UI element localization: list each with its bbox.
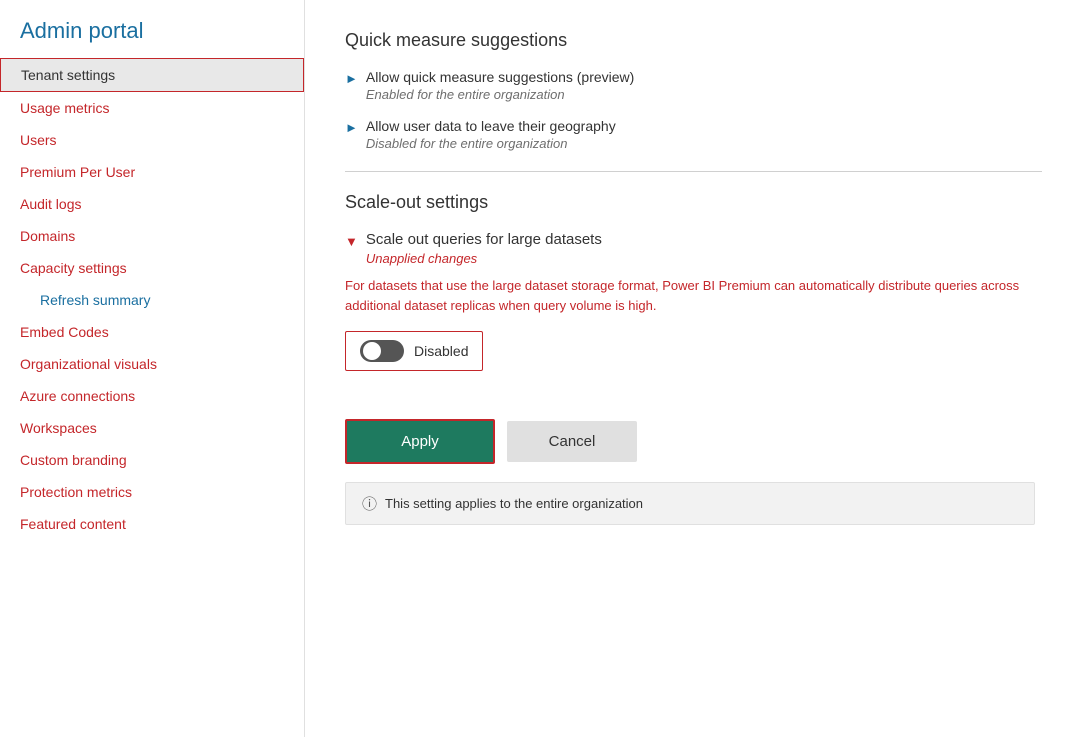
quick-measure-item-2-title: Allow user data to leave their geography: [366, 118, 616, 134]
sidebar-item-protection-metrics[interactable]: Protection metrics: [0, 476, 304, 508]
scaleout-item-content: Scale out queries for large datasets Una…: [366, 231, 602, 266]
info-bar: ⓘ This setting applies to the entire org…: [345, 482, 1035, 525]
scaleout-item-title: Scale out queries for large datasets: [366, 231, 602, 248]
scaleout-title: Scale-out settings: [345, 192, 1042, 213]
sidebar-item-embed-codes[interactable]: Embed Codes: [0, 316, 304, 348]
unapplied-changes-label: Unapplied changes: [366, 251, 602, 266]
sidebar-item-usage-metrics[interactable]: Usage metrics: [0, 92, 304, 124]
quick-measure-item-1: ► Allow quick measure suggestions (previ…: [345, 69, 1042, 102]
sidebar-nav: Usage metricsUsersPremium Per UserAudit …: [0, 92, 304, 540]
scaleout-section: Scale-out settings ▼ Scale out queries f…: [345, 192, 1042, 525]
sidebar-item-domains[interactable]: Domains: [0, 220, 304, 252]
quick-measure-title: Quick measure suggestions: [345, 30, 1042, 51]
quick-measure-item-2-subtitle: Disabled for the entire organization: [366, 136, 616, 151]
sidebar-item-organizational-visuals[interactable]: Organizational visuals: [0, 348, 304, 380]
sidebar-item-refresh-summary[interactable]: Refresh summary: [0, 284, 304, 316]
scaleout-item-row: ▼ Scale out queries for large datasets U…: [345, 231, 1042, 266]
sidebar-item-workspaces[interactable]: Workspaces: [0, 412, 304, 444]
quick-measure-item-2: ► Allow user data to leave their geograp…: [345, 118, 1042, 151]
section-divider: [345, 171, 1042, 172]
sidebar-item-audit-logs[interactable]: Audit logs: [0, 188, 304, 220]
scaleout-expand-arrow[interactable]: ▼: [345, 234, 358, 249]
quick-measure-item-1-subtitle: Enabled for the entire organization: [366, 87, 634, 102]
app-container: Admin portal Tenant settings Usage metri…: [0, 0, 1082, 737]
info-icon: ⓘ: [362, 493, 377, 514]
expand-content-2: Allow user data to leave their geography…: [366, 118, 616, 151]
toggle-container: Disabled: [345, 331, 1042, 395]
quick-measure-item-1-title: Allow quick measure suggestions (preview…: [366, 69, 634, 85]
apply-button[interactable]: Apply: [345, 419, 495, 464]
scaleout-description: For datasets that use the large dataset …: [345, 276, 1035, 315]
toggle-switch[interactable]: [360, 340, 404, 362]
sidebar-item-featured-content[interactable]: Featured content: [0, 508, 304, 540]
sidebar-item-users[interactable]: Users: [0, 124, 304, 156]
sidebar-item-premium-per-user[interactable]: Premium Per User: [0, 156, 304, 188]
cancel-button[interactable]: Cancel: [507, 421, 637, 462]
sidebar-item-capacity-settings[interactable]: Capacity settings: [0, 252, 304, 284]
sidebar-item-azure-connections[interactable]: Azure connections: [0, 380, 304, 412]
expand-arrow-1[interactable]: ►: [345, 71, 358, 86]
main-content: Quick measure suggestions ► Allow quick …: [305, 0, 1082, 737]
toggle-thumb: [363, 342, 381, 360]
expand-content-1: Allow quick measure suggestions (preview…: [366, 69, 634, 102]
action-buttons: Apply Cancel: [345, 419, 1042, 464]
toggle-label: Disabled: [414, 343, 468, 359]
expand-arrow-2[interactable]: ►: [345, 120, 358, 135]
toggle-row: Disabled: [345, 331, 483, 371]
app-title: Admin portal: [0, 0, 304, 58]
sidebar-item-tenant-settings[interactable]: Tenant settings: [0, 58, 304, 92]
sidebar-item-custom-branding[interactable]: Custom branding: [0, 444, 304, 476]
sidebar: Admin portal Tenant settings Usage metri…: [0, 0, 305, 737]
info-text: This setting applies to the entire organ…: [385, 496, 643, 511]
quick-measure-section: Quick measure suggestions ► Allow quick …: [345, 30, 1042, 151]
